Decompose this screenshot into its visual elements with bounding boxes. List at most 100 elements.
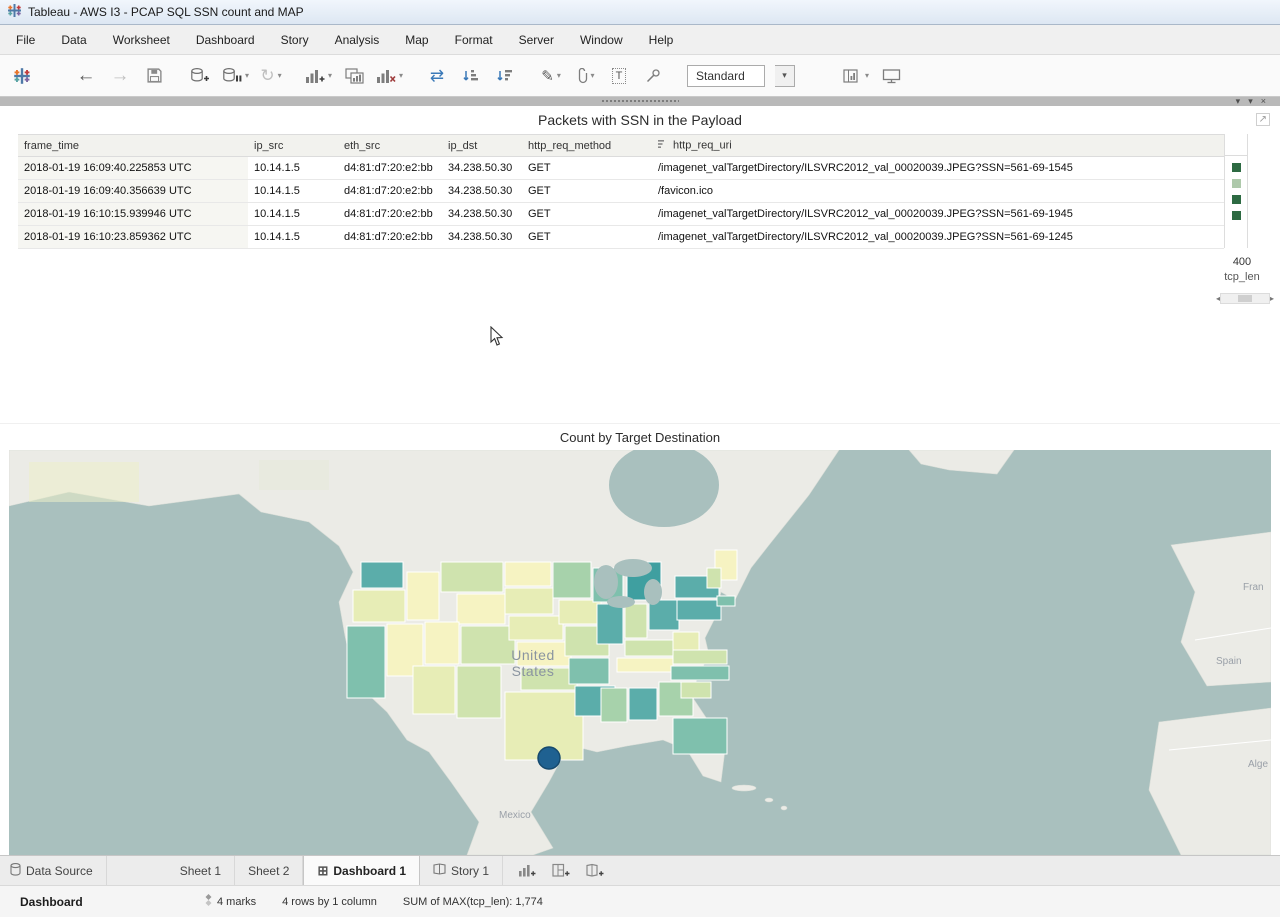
packets-sheet: Packets with SSN in the Payload ↗ frame_… [0, 106, 1280, 423]
col-header-eth-src[interactable]: eth_src [338, 135, 442, 157]
map-panel-title-band: Count by Target Destination [0, 423, 1280, 450]
menu-data[interactable]: Data [61, 33, 86, 47]
axis-title[interactable]: tcp_len [1216, 271, 1268, 283]
bar-mark[interactable] [1232, 195, 1241, 204]
new-dashboard-tab-icon[interactable] [549, 860, 573, 882]
fix-axes-icon[interactable] [641, 63, 665, 89]
menu-help[interactable]: Help [649, 33, 674, 47]
count-marker[interactable] [538, 747, 560, 769]
tab-sheet-1[interactable]: Sheet 1 [167, 856, 235, 885]
status-aggregate: SUM of MAX(tcp_len): 1,774 [403, 896, 543, 908]
map-label-united-states: United [511, 647, 554, 663]
presentation-mode-icon[interactable] [879, 63, 903, 89]
menu-dashboard[interactable]: Dashboard [196, 33, 255, 47]
scrollbar-track[interactable] [1220, 293, 1270, 304]
col-header-http-req-method[interactable]: http_req_method [522, 135, 652, 157]
tableau-logo-icon [7, 3, 22, 21]
story-tab-icon [433, 863, 446, 878]
window-title: Tableau - AWS I3 - PCAP SQL SSN count an… [28, 5, 304, 19]
tab-dashboard-1[interactable]: ⊞ Dashboard 1 [303, 856, 420, 885]
sort-indicator-icon[interactable] [658, 139, 667, 152]
zone-filter-caret-icon[interactable]: ▾ [1248, 96, 1253, 106]
tab-story-1[interactable]: Story 1 [420, 856, 503, 885]
data-source-icon [10, 863, 21, 879]
go-to-sheet-icon[interactable]: ↗ [1256, 113, 1270, 126]
bar-mark[interactable] [1232, 211, 1241, 220]
status-marks[interactable]: 4 marks [205, 894, 256, 909]
menu-window[interactable]: Window [580, 33, 623, 47]
menu-map[interactable]: Map [405, 33, 428, 47]
tcp-len-axis: 400 tcp_len [1216, 256, 1268, 283]
horizontal-scrollbar[interactable]: ◂ ▸ [1216, 292, 1274, 305]
table-header-row: frame_time ip_src eth_src ip_dst http_re… [18, 135, 1224, 157]
pause-caret-icon: ▾ [245, 71, 249, 80]
zone-grip-handle[interactable] [601, 99, 679, 104]
refresh-icon[interactable]: ↻▾ [259, 63, 283, 89]
map-canvas[interactable]: United States Mexico Fran Spain Alge [9, 450, 1271, 855]
show-hide-cards-icon[interactable]: ▾ [843, 63, 869, 89]
new-story-tab-icon[interactable] [583, 860, 607, 882]
col-header-ip-src[interactable]: ip_src [248, 135, 338, 157]
cards-caret-icon: ▾ [865, 71, 869, 80]
menu-bar: File Data Worksheet Dashboard Story Anal… [0, 25, 1280, 55]
undo-icon[interactable]: ← [74, 63, 98, 89]
marks-count-icon [205, 894, 212, 909]
bar-mark[interactable] [1232, 163, 1241, 172]
new-worksheet-icon[interactable]: ▾ [305, 63, 332, 89]
table-row[interactable]: 2018-01-19 16:10:23.859362 UTC 10.14.1.5… [18, 226, 1224, 249]
map-panel-title: Count by Target Destination [560, 430, 720, 445]
menu-analysis[interactable]: Analysis [335, 33, 380, 47]
swap-rows-columns-icon[interactable]: ⇄ [425, 63, 449, 89]
group-caret-icon: ▾ [591, 71, 595, 80]
map-label-mexico: Mexico [499, 810, 531, 821]
tableau-home-icon[interactable] [10, 63, 34, 89]
map-label-algeria: Alge [1248, 759, 1268, 770]
clear-sheet-icon[interactable]: ▾ [376, 63, 403, 89]
highlight-icon[interactable]: ✎▾ [539, 63, 563, 89]
pause-auto-updates-icon[interactable]: ▾ [222, 63, 249, 89]
redo-icon[interactable]: → [108, 63, 132, 89]
table-row[interactable]: 2018-01-19 16:09:40.356639 UTC 10.14.1.5… [18, 180, 1224, 203]
zone-menu-caret-icon[interactable]: ▾ [1236, 96, 1241, 106]
axis-tick-label: 400 [1216, 256, 1268, 268]
new-data-source-icon[interactable] [188, 63, 212, 89]
menu-server[interactable]: Server [519, 33, 554, 47]
tab-sheet-2[interactable]: Sheet 2 [235, 856, 303, 885]
show-mark-labels-icon[interactable]: T [607, 63, 631, 89]
map-label-spain: Spain [1216, 656, 1242, 667]
table-row[interactable]: 2018-01-19 16:09:40.225853 UTC 10.14.1.5… [18, 157, 1224, 180]
col-header-frame-time[interactable]: frame_time [18, 135, 248, 157]
fit-dropdown[interactable]: Standard ▾ [687, 65, 795, 87]
sort-ascending-icon[interactable] [459, 63, 483, 89]
zone-header[interactable]: ▾ ▾ × [0, 97, 1280, 106]
fit-dropdown-caret-icon[interactable]: ▾ [775, 65, 795, 87]
toolbar: ← → ▾ ↻▾ ▾ ▾ ⇄ [0, 55, 1280, 97]
map-label-france: Fran [1243, 582, 1264, 593]
col-header-ip-dst[interactable]: ip_dst [442, 135, 522, 157]
sort-descending-icon[interactable] [493, 63, 517, 89]
scroll-right-icon[interactable]: ▸ [1270, 294, 1274, 303]
col-header-http-req-uri[interactable]: http_req_uri [652, 135, 1224, 157]
map-sheet[interactable]: United States Mexico Fran Spain Alge [0, 450, 1280, 855]
status-sheet-name: Dashboard [20, 895, 205, 909]
bar-mark[interactable] [1232, 179, 1241, 188]
tab-data-source[interactable]: Data Source [0, 856, 107, 885]
group-members-icon[interactable]: ▾ [573, 63, 597, 89]
duplicate-sheet-icon[interactable] [342, 63, 366, 89]
new-worksheet-tab-icon[interactable] [515, 860, 539, 882]
clear-sheet-caret-icon: ▾ [399, 71, 403, 80]
zone-close-icon[interactable]: × [1261, 96, 1266, 106]
menu-worksheet[interactable]: Worksheet [113, 33, 170, 47]
svg-text:States: States [512, 663, 555, 679]
new-worksheet-caret-icon: ▾ [328, 71, 332, 80]
scrollbar-thumb[interactable] [1238, 295, 1252, 302]
table-row[interactable]: 2018-01-19 16:10:15.939946 UTC 10.14.1.5… [18, 203, 1224, 226]
menu-story[interactable]: Story [281, 33, 309, 47]
packets-panel-title: Packets with SSN in the Payload [538, 112, 742, 128]
menu-format[interactable]: Format [455, 33, 493, 47]
menu-file[interactable]: File [16, 33, 35, 47]
dashboard-canvas: ▾ ▾ × Packets with SSN in the Payload ↗ … [0, 97, 1280, 855]
fit-dropdown-value[interactable]: Standard [687, 65, 765, 87]
dashboard-tab-icon: ⊞ [317, 863, 328, 879]
save-icon[interactable] [142, 63, 166, 89]
